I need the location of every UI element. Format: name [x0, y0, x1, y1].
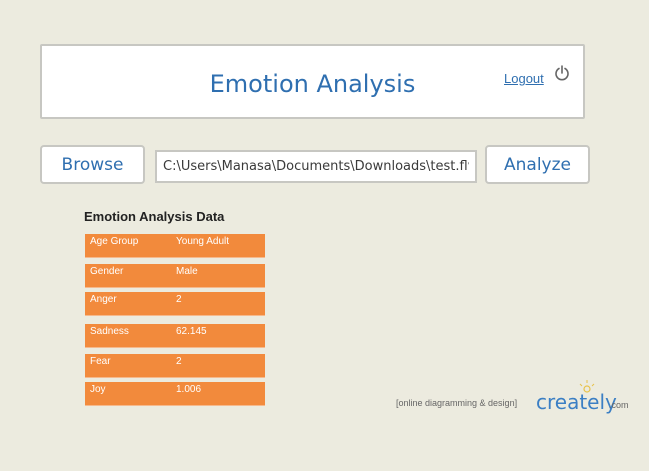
table-row: Sadness 62.145 [85, 324, 265, 348]
creately-logo: creately [536, 390, 617, 414]
row-value: Male [176, 266, 198, 277]
file-path-input[interactable] [155, 150, 477, 183]
page-title: Emotion Analysis [209, 70, 416, 98]
row-key: Sadness [90, 326, 129, 337]
row-value: 2 [176, 356, 182, 367]
analyze-button[interactable]: Analyze [485, 145, 590, 184]
row-key: Fear [90, 356, 111, 367]
table-row: Gender Male [85, 264, 265, 288]
row-value: 2 [176, 294, 182, 305]
logout-link[interactable]: Logout [504, 71, 544, 86]
row-key: Age Group [90, 236, 139, 247]
table-row: Age Group Young Adult [85, 234, 265, 258]
power-icon[interactable] [554, 65, 570, 81]
browse-button[interactable]: Browse [40, 145, 145, 184]
watermark-tagline: [online diagramming & design] [396, 398, 518, 408]
row-value: 1.006 [176, 384, 202, 395]
table-row: Joy 1.006 [85, 382, 265, 406]
table-row: Anger 2 [85, 292, 265, 316]
creately-watermark: [online diagramming & design] creately .… [396, 380, 636, 416]
results-title: Emotion Analysis Data [84, 209, 225, 224]
row-key: Gender [90, 266, 124, 277]
row-key: Anger [90, 294, 117, 305]
header-panel: Emotion Analysis Logout [40, 44, 585, 119]
table-row: Fear 2 [85, 354, 265, 378]
row-value: Young Adult [176, 236, 230, 247]
row-value: 62.145 [176, 326, 207, 337]
row-key: Joy [90, 384, 106, 395]
watermark-suffix: .com [609, 400, 629, 410]
